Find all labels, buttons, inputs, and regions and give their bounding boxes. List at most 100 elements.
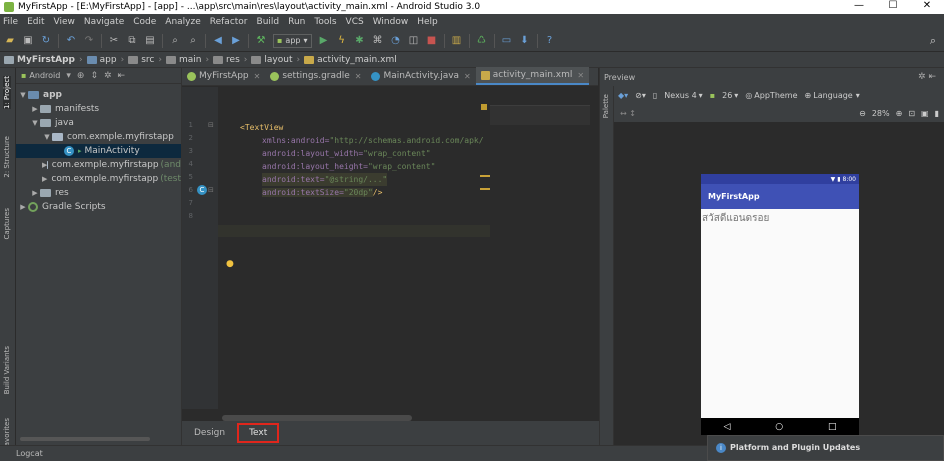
tree-node-manifests[interactable]: ▶ manifests — [16, 102, 181, 116]
chevron-down-icon[interactable]: ▼ — [42, 133, 52, 141]
chevron-right-icon[interactable]: ▶ — [18, 203, 28, 211]
target-icon[interactable]: ⊕ — [77, 71, 85, 81]
save-icon[interactable]: ▣ — [22, 35, 34, 47]
chevron-down-icon[interactable]: ▼ — [18, 91, 28, 99]
home-nav-icon[interactable]: ○ — [775, 422, 783, 432]
tab-mainactivity-java[interactable]: MainActivity.java ✕ — [366, 67, 475, 85]
chevron-right-icon[interactable]: ▶ — [30, 105, 40, 113]
device-select[interactable]: Nexus 4 — [664, 91, 696, 100]
project-structure-icon[interactable]: ▥ — [451, 35, 463, 47]
tool-window-captures[interactable]: Captures — [3, 208, 11, 239]
tree-node-package-androidtest[interactable]: ▶ com.exmple.myfirstapp (and — [16, 158, 181, 172]
menu-refactor[interactable]: Refactor — [210, 17, 248, 27]
device-preview[interactable]: ▼ ▮ 8:00 MyFirstApp สวัสดีแอนดรอย ◁ ○ □ — [701, 174, 859, 435]
preview-textview[interactable]: สวัสดีแอนดรอย — [701, 209, 859, 226]
project-horizontal-scrollbar[interactable] — [20, 437, 150, 441]
run-icon[interactable]: ▶ — [318, 35, 330, 47]
make-project-icon[interactable]: ⚒ — [255, 35, 267, 47]
redo-icon[interactable]: ↷ — [83, 35, 95, 47]
recents-nav-icon[interactable]: □ — [828, 422, 837, 432]
tree-node-package[interactable]: ▼ com.exmple.myfirstapp — [16, 130, 181, 144]
resize-icon[interactable]: ↔ ↕ — [620, 109, 636, 118]
zoom-out-icon[interactable]: ⊖ — [859, 109, 866, 118]
breadcrumb-item-file[interactable]: activity_main.xml — [304, 55, 397, 65]
search-everywhere-icon[interactable]: ⌕ — [930, 34, 936, 48]
close-icon[interactable]: ✕ — [355, 72, 362, 81]
warning-marker[interactable] — [481, 104, 487, 110]
project-view-select[interactable]: Android — [29, 71, 60, 80]
tool-window-build-variants[interactable]: Build Variants — [3, 346, 11, 394]
avd-manager-icon[interactable]: ▭ — [501, 35, 513, 47]
code-area[interactable]: <TextView xmlns:android="http://schemas.… — [218, 87, 599, 409]
paste-icon[interactable]: ▤ — [144, 35, 156, 47]
tab-activity-main-xml[interactable]: activity_main.xml ✕ — [475, 67, 590, 85]
tree-node-gradle-scripts[interactable]: ▶ Gradle Scripts — [16, 200, 181, 214]
lightbulb-icon[interactable]: ● — [226, 259, 234, 269]
run-config-select[interactable]: ▪ app ▾ — [273, 33, 312, 48]
menu-view[interactable]: View — [54, 17, 75, 27]
split-icon[interactable]: ⇕ — [90, 71, 98, 81]
tree-node-res[interactable]: ▶ res — [16, 186, 181, 200]
help-icon[interactable]: ? — [544, 35, 556, 47]
warning-icon[interactable]: ▮ — [935, 109, 939, 118]
menu-run[interactable]: Run — [288, 17, 305, 27]
breadcrumb-item-layout[interactable]: layout › — [251, 55, 300, 65]
breadcrumb-item-project[interactable]: MyFirstApp › — [4, 55, 83, 65]
breadcrumb-item-res[interactable]: res › — [213, 55, 247, 65]
menu-navigate[interactable]: Navigate — [84, 17, 124, 27]
fold-icon[interactable]: ⊟ — [208, 186, 214, 194]
gear-icon[interactable]: ✲ ⇤ — [918, 72, 936, 82]
tool-window-project[interactable]: 1: Project — [3, 76, 11, 109]
zoom-in-icon[interactable]: ⊕ — [896, 109, 903, 118]
error-stripe-mark[interactable] — [480, 188, 490, 190]
maximize-button[interactable]: ☐ — [876, 0, 910, 14]
hide-icon[interactable]: ⇤ — [118, 71, 126, 81]
phone-icon[interactable]: ▯ — [653, 91, 657, 100]
coverage-icon[interactable]: ◫ — [408, 35, 420, 47]
breadcrumb-item-src[interactable]: src › — [128, 55, 162, 65]
close-icon[interactable]: ✕ — [464, 72, 471, 81]
forward-icon[interactable]: ▶ — [230, 35, 242, 47]
replace-icon[interactable]: ⌕ — [187, 35, 199, 47]
breadcrumb-item-app[interactable]: app › — [86, 55, 124, 65]
find-icon[interactable]: ⌕ — [169, 35, 181, 47]
menu-window[interactable]: Window — [373, 17, 409, 27]
close-icon[interactable]: ✕ — [577, 71, 584, 80]
tool-window-structure[interactable]: 2: Structure — [3, 136, 11, 178]
gear-icon[interactable]: ✲ — [104, 71, 112, 81]
tab-myfirstapp[interactable]: MyFirstApp ✕ — [182, 67, 265, 85]
profile-icon[interactable]: ◔ — [390, 35, 402, 47]
update-notification[interactable]: i Platform and Plugin Updates — [707, 435, 944, 461]
back-nav-icon[interactable]: ◁ — [723, 422, 730, 432]
tool-window-palette[interactable]: Palette — [602, 94, 610, 118]
api-select[interactable]: 26 — [722, 91, 732, 100]
theme-select[interactable]: AppTheme — [754, 91, 797, 100]
tab-text[interactable]: Text — [237, 423, 280, 443]
language-select[interactable]: Language — [813, 91, 852, 100]
menu-help[interactable]: Help — [417, 17, 438, 27]
menu-build[interactable]: Build — [257, 17, 280, 27]
open-folder-icon[interactable]: ▰ — [4, 35, 16, 47]
tab-design[interactable]: Design — [194, 428, 225, 438]
sdk-manager-icon[interactable]: ⬇ — [519, 35, 531, 47]
breadcrumb-item-main[interactable]: main › — [165, 55, 209, 65]
chevron-down-icon[interactable]: ▼ — [30, 119, 40, 127]
minimize-button[interactable]: — — [842, 0, 876, 14]
undo-icon[interactable]: ↶ — [65, 35, 77, 47]
cut-icon[interactable]: ✂ — [108, 35, 120, 47]
back-icon[interactable]: ◀ — [212, 35, 224, 47]
menu-tools[interactable]: Tools — [314, 17, 336, 27]
tree-node-package-test[interactable]: ▶ com.exmple.myfirstapp (test — [16, 172, 181, 186]
debug-icon[interactable]: ✱ — [354, 35, 366, 47]
refresh-icon[interactable]: ▣ — [921, 109, 929, 118]
tree-node-java[interactable]: ▼ java — [16, 116, 181, 130]
menu-edit[interactable]: Edit — [27, 17, 44, 27]
layers-icon[interactable]: ◆▾ — [618, 91, 628, 100]
tab-settings-gradle[interactable]: settings.gradle ✕ — [265, 67, 366, 85]
tree-node-mainactivity[interactable]: C ▸ MainActivity — [16, 144, 181, 158]
tree-node-app[interactable]: ▼ app — [16, 88, 181, 102]
menu-vcs[interactable]: VCS — [346, 17, 364, 27]
error-stripe-mark[interactable] — [480, 175, 490, 177]
fit-screen-icon[interactable]: ⊡ — [908, 109, 915, 118]
chevron-right-icon[interactable]: ▶ — [30, 189, 40, 197]
